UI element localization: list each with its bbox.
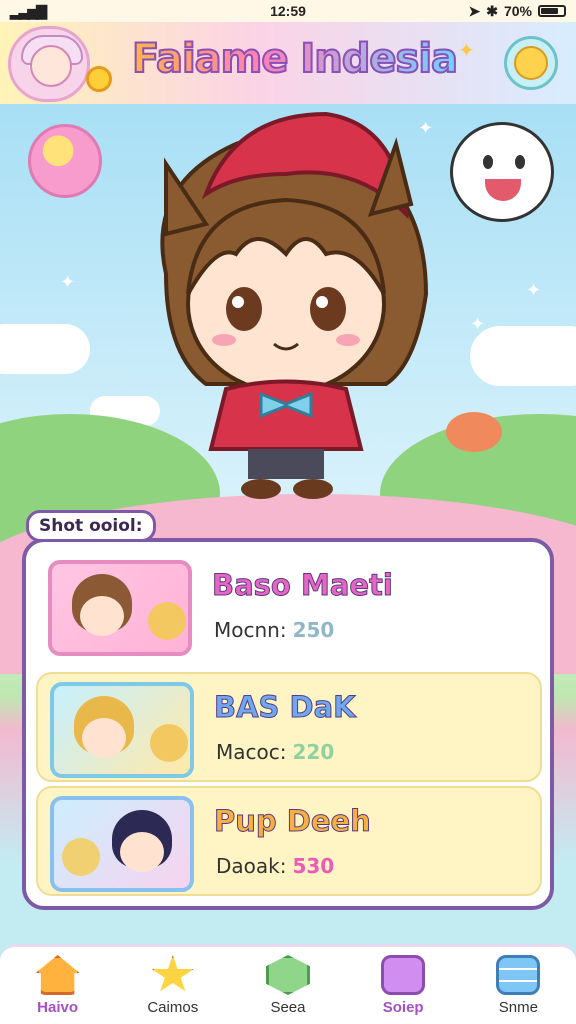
- battery-icon: [538, 5, 566, 17]
- character-name: BAS DaK: [214, 690, 357, 725]
- stat-value: 220: [292, 740, 335, 764]
- shoe-left: [241, 479, 281, 499]
- stat-label: Mocnn:: [214, 618, 287, 642]
- home-icon: [35, 955, 80, 995]
- character-stat: Macoc: 220: [216, 740, 334, 764]
- header: Faiame Indesia ✦: [0, 22, 576, 107]
- tree: [446, 412, 502, 452]
- bluetooth-icon: ✱: [486, 2, 498, 19]
- character-thumbnail: [50, 796, 194, 892]
- avatar-face: [30, 45, 72, 87]
- sun-badge-icon: [86, 66, 112, 92]
- character-avatar[interactable]: [126, 104, 446, 504]
- character-thumbnail: [50, 682, 194, 778]
- sparkle-icon: ✦: [60, 272, 76, 293]
- signal-icon: ▂▃▅▇: [10, 2, 47, 19]
- status-time: 12:59: [270, 3, 306, 19]
- layers-icon: [496, 955, 541, 995]
- list-item[interactable]: Pup Deeh Daoak: 530: [36, 786, 542, 896]
- nav-label: Snme: [498, 999, 538, 1016]
- sparkle-icon: ✦: [458, 38, 475, 62]
- stat-value: 250: [292, 618, 335, 642]
- smiley-gear-icon: [514, 46, 548, 80]
- shoe-right: [293, 479, 333, 499]
- nav-label: Haivo: [37, 999, 79, 1016]
- stat-value: 530: [292, 854, 335, 878]
- star-icon: [151, 955, 194, 992]
- list-item[interactable]: Baso Maeti Mocnn: 250: [36, 552, 542, 662]
- character-stat: Mocnn: 250: [214, 618, 334, 642]
- legs: [248, 449, 324, 479]
- nav-item-home[interactable]: Haivo: [8, 955, 108, 1016]
- panel-label: Shot ooiol:: [26, 510, 156, 542]
- character-name: Pup Deeh: [214, 804, 372, 839]
- avatar[interactable]: [8, 26, 90, 102]
- sparkle-icon: ✦: [470, 314, 486, 335]
- nav-item-gem[interactable]: Seea: [238, 955, 338, 1016]
- gem-icon: [265, 955, 310, 995]
- candy-ball-icon: [28, 124, 102, 198]
- list-item[interactable]: BAS DaK Macoc: 220: [36, 672, 542, 782]
- nav-item-layers[interactable]: Snme: [468, 955, 568, 1016]
- nav-label: Soiep: [382, 999, 424, 1016]
- character-name: Baso Maeti: [212, 568, 394, 603]
- character-list-panel: Baso Maeti Mocnn: 250 BAS DaK Macoc: 220 P…: [22, 538, 554, 910]
- nav-item-star[interactable]: Caimos: [123, 955, 223, 1016]
- nav-label: Caimos: [147, 999, 199, 1016]
- settings-button[interactable]: [504, 36, 558, 90]
- game-title: Faiame Indesia: [131, 35, 459, 83]
- nav-label: Seea: [270, 999, 306, 1016]
- battery-percent: 70%: [503, 3, 532, 19]
- character-thumbnail: [48, 560, 192, 656]
- eye-left: [226, 287, 262, 331]
- character-stat: Daoak: 530: [216, 854, 334, 878]
- stat-label: Daoak:: [216, 854, 287, 878]
- nav-item-shop[interactable]: Soiep: [353, 955, 453, 1016]
- stat-label: Macoc:: [216, 740, 287, 764]
- status-right: ➤ ✱ 70%: [468, 2, 566, 20]
- cloud: [470, 326, 576, 386]
- bottom-nav: Haivo Caimos Seea Soiep Snme: [0, 944, 576, 1024]
- location-icon: ➤: [468, 2, 481, 19]
- cloud: [0, 324, 90, 374]
- status-bar: ▂▃▅▇ 12:59 ➤ ✱ 70%: [0, 0, 576, 22]
- shop-box-icon: [381, 955, 426, 995]
- sparkle-icon: ✦: [526, 280, 542, 301]
- happy-speech-bubble-icon[interactable]: [450, 122, 554, 222]
- eye-right: [310, 287, 346, 331]
- dress: [208, 379, 364, 451]
